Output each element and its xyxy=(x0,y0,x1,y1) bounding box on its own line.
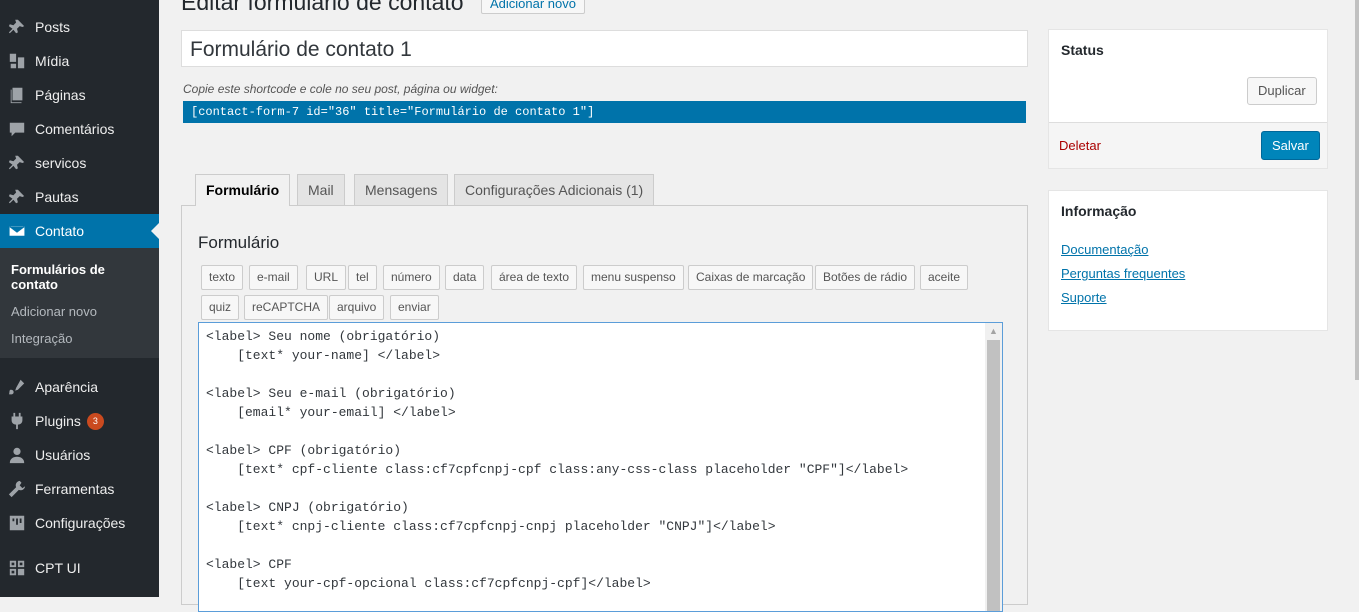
comments-icon xyxy=(8,120,26,138)
save-button[interactable]: Salvar xyxy=(1261,131,1320,160)
sidebar-item-label: Usuários xyxy=(35,447,91,463)
sidebar-item-cpt-ui[interactable]: CPT UI xyxy=(0,551,159,585)
sidebar-item-posts[interactable]: Posts xyxy=(0,10,159,44)
editor-content: <label> Seu nome (obrigatório) [text* yo… xyxy=(206,327,908,593)
sidebar-item-label: CPT UI xyxy=(35,560,81,576)
media-icon xyxy=(8,52,26,70)
tag-button-menu-suspenso[interactable]: menu suspenso xyxy=(583,265,684,290)
sidebar-item-pages[interactable]: Páginas xyxy=(0,78,159,112)
sidebar-item-plugins[interactable]: Plugins 3 xyxy=(0,404,159,438)
sidebar-item-label: Páginas xyxy=(35,87,86,103)
tab-mensagens[interactable]: Mensagens xyxy=(354,174,449,205)
status-heading: Status xyxy=(1061,42,1104,58)
link-documentacao[interactable]: Documentação xyxy=(1061,242,1148,257)
sidebar-item-label: Plugins xyxy=(35,413,81,429)
page-scrollbar[interactable] xyxy=(1355,0,1359,380)
sidebar-item-label: Posts xyxy=(35,19,71,35)
pin-icon xyxy=(8,188,26,206)
shortcode-field[interactable]: [contact-form-7 id="36" title="Formulári… xyxy=(183,101,1026,123)
editor-line: <label> Seu e-mail (obrigatório) xyxy=(206,386,456,401)
tag-button-data[interactable]: data xyxy=(445,265,485,290)
sidebar-item-label: servicos xyxy=(35,155,87,171)
sidebar-item-comments[interactable]: Comentários xyxy=(0,112,159,146)
shortcode-hint: Copie este shortcode e cole no seu post,… xyxy=(183,82,498,96)
delete-link[interactable]: Deletar xyxy=(1059,138,1101,153)
tag-button-url[interactable]: URL xyxy=(306,265,347,290)
editor-line: [text* cnpj-cliente class:cf7cpfcnpj-cnp… xyxy=(206,519,776,534)
sidebar-item-media[interactable]: Mídia xyxy=(0,44,159,78)
sidebar-item-aparencia[interactable]: Aparência xyxy=(0,370,159,404)
editor-line: [text* your-name] </label> xyxy=(206,348,441,363)
sidebar-item-label: Contato xyxy=(35,223,85,239)
sidebar-item-pautas[interactable]: Pautas xyxy=(0,180,159,214)
tag-button-tel[interactable]: tel xyxy=(348,265,377,290)
form-template-editor[interactable]: <label> Seu nome (obrigatório) [text* yo… xyxy=(198,322,1003,612)
grid-icon xyxy=(8,559,26,577)
tag-button-aceite[interactable]: aceite xyxy=(920,265,969,290)
tag-button-recaptcha[interactable]: reCAPTCHA xyxy=(244,295,329,320)
tab-formulario[interactable]: Formulário xyxy=(195,174,291,206)
link-suporte[interactable]: Suporte xyxy=(1061,290,1107,305)
update-count-badge: 3 xyxy=(86,412,104,430)
tag-button-numero[interactable]: número xyxy=(383,265,440,290)
sidebar-item-contato[interactable]: Contato xyxy=(0,214,159,248)
sidebar-item-configuracoes[interactable]: Configurações xyxy=(0,506,159,540)
editor-line: <label> CPF (obrigatório) xyxy=(206,443,402,458)
link-perguntas-frequentes[interactable]: Perguntas frequentes xyxy=(1061,266,1185,281)
tag-button-arquivo[interactable]: arquivo xyxy=(329,295,385,320)
plugins-icon xyxy=(8,412,26,430)
editor-line: [text* cpf-cliente class:cf7cpfcnpj-cpf … xyxy=(206,462,909,477)
tag-button-caixas-de-marcacao[interactable]: Caixas de marcação xyxy=(688,265,814,290)
submenu-item-adicionar-novo[interactable]: Adicionar novo xyxy=(11,304,97,319)
tag-button-botoes-de-radio[interactable]: Botões de rádio xyxy=(815,265,916,290)
page-title: Editar formulário de contato xyxy=(181,0,464,15)
submenu-item-formularios[interactable]: Formulários de contato xyxy=(11,262,131,292)
sidebar-item-servicos[interactable]: servicos xyxy=(0,146,159,180)
admin-sidebar: Posts Mídia Páginas Comentários servicos… xyxy=(0,0,159,597)
form-title-input[interactable]: Formulário de contato 1 xyxy=(181,30,1028,67)
add-new-button[interactable]: Adicionar novo xyxy=(481,0,585,14)
info-heading: Informação xyxy=(1061,203,1137,219)
info-box: Informação xyxy=(1048,190,1328,331)
editor-scrollbar[interactable]: ▲ xyxy=(985,323,1002,611)
sidebar-item-label: Configurações xyxy=(35,515,126,531)
submenu-item-integracao[interactable]: Integração xyxy=(11,331,72,346)
appearance-icon xyxy=(8,378,26,396)
tag-button-texto[interactable]: texto xyxy=(201,265,244,290)
editor-line: [text your-cpf-opcional class:cf7cpfcnpj… xyxy=(206,576,651,591)
sidebar-item-label: Ferramentas xyxy=(35,481,115,497)
panel-heading: Formulário xyxy=(198,233,280,252)
sidebar-item-label: Pautas xyxy=(35,189,79,205)
tag-button-email[interactable]: e-mail xyxy=(249,265,298,290)
sidebar-item-usuarios[interactable]: Usuários xyxy=(0,438,159,472)
tab-configuracoes-adicionais[interactable]: Configurações Adicionais (1) xyxy=(454,174,655,205)
tag-button-quiz[interactable]: quiz xyxy=(201,295,240,320)
sidebar-item-label: Aparência xyxy=(35,379,99,395)
scroll-thumb[interactable] xyxy=(987,340,1000,611)
pin-icon xyxy=(8,18,26,36)
tag-button-enviar[interactable]: enviar xyxy=(390,295,439,320)
tools-icon xyxy=(8,480,26,498)
sidebar-item-ferramentas[interactable]: Ferramentas xyxy=(0,472,159,506)
pages-icon xyxy=(8,86,26,104)
sidebar-item-label: Comentários xyxy=(35,121,115,137)
editor-line: <label> CPF xyxy=(206,557,292,572)
editor-line: <label> CNPJ (obrigatório) xyxy=(206,500,409,515)
duplicate-button[interactable]: Duplicar xyxy=(1247,77,1317,105)
editor-line: [email* your-email] </label> xyxy=(206,405,456,420)
scroll-up-arrow-icon[interactable]: ▲ xyxy=(985,323,1002,340)
tab-mail[interactable]: Mail xyxy=(297,174,345,205)
contato-submenu: Formulários de contato Adicionar novo In… xyxy=(0,248,159,358)
tag-button-area-de-texto[interactable]: área de texto xyxy=(491,265,578,290)
pin-icon xyxy=(8,154,26,172)
settings-icon xyxy=(8,514,26,532)
editor-line: <label> Seu nome (obrigatório) xyxy=(206,329,441,344)
sidebar-item-label: Mídia xyxy=(35,53,70,69)
mail-icon xyxy=(8,222,26,240)
users-icon xyxy=(8,446,26,464)
